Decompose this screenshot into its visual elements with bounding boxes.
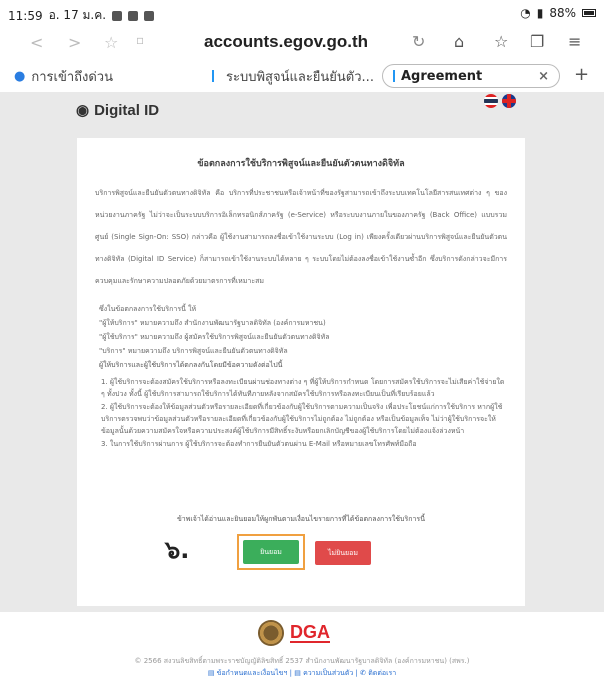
definition-line: "ผู้ให้บริการ" หมายความถึง สำนักงานพัฒนา… xyxy=(99,319,326,327)
definition-line: ซึ่งในข้อตกลงการใช้บริการนี้ ให้ xyxy=(99,305,197,313)
tab-label: การเข้าถึงด่วน xyxy=(31,69,113,85)
favorites-icon[interactable]: ☆ xyxy=(494,32,508,51)
agree-button[interactable]: ยินยอม xyxy=(243,540,299,564)
dga-logo: DGA xyxy=(290,622,330,643)
menu-icon[interactable]: ≡ xyxy=(568,32,581,51)
reload-icon[interactable]: ↻ xyxy=(412,32,425,51)
signal-icon: ▮ xyxy=(536,6,544,20)
tab-quick-access[interactable]: ● การเข้าถึงด่วน xyxy=(14,64,113,88)
contact-link[interactable]: ติดต่อเรา xyxy=(368,669,396,677)
logo-text: Digital ID xyxy=(94,101,160,119)
wifi-icon: ◔ xyxy=(520,6,531,20)
battery-icon xyxy=(582,9,596,17)
page-content: ◉ Digital ID ข้อตกลงการใช้บริการพิสูจน์แ… xyxy=(0,92,604,684)
facebook-icon xyxy=(144,10,155,21)
tab-label: ระบบพิสูจน์และยืนยันตัว... xyxy=(226,69,374,85)
agreement-intro: บริการพิสูจน์และยืนยันตัวตนทางดิจิทัล คื… xyxy=(95,189,507,285)
list-item: 3. ในการใช้บริการผ่านการ ผู้ใช้บริการจะต… xyxy=(101,440,417,448)
url-text[interactable]: accounts.egov.go.th xyxy=(204,32,368,52)
home-icon[interactable]: ⌂ xyxy=(454,32,464,51)
back-icon[interactable]: < xyxy=(30,33,43,52)
terms-link[interactable]: ข้อกำหนดและเงื่อนไขฯ xyxy=(217,669,288,677)
bookmark-star-icon[interactable]: ☆ xyxy=(104,33,118,52)
document-icon: ▤ xyxy=(294,669,301,677)
step-marker: ๖. xyxy=(165,536,190,564)
tab-verification-system[interactable]: ระบบพิสูจน์และยืนยันตัว... xyxy=(226,64,374,88)
phone-icon: ✆ xyxy=(360,669,367,677)
close-tab-icon[interactable]: × xyxy=(538,69,549,84)
address-bar: < > ☆ ▫ accounts.egov.go.th ↻ ⌂ ☆ ❐ ≡ xyxy=(0,28,604,60)
consent-statement: ข้าพเจ้าได้อ่านและยินยอมให้ผูกพันตามเงื่… xyxy=(177,515,425,523)
terms-list[interactable]: 1. ผู้ใช้บริการจะต้องสมัครใช้บริการหรือล… xyxy=(101,376,509,466)
document-icon: ▤ xyxy=(207,669,215,677)
footer-links: ▤ ข้อกำหนดและเงื่อนไขฯ | ▤ ความเป็นส่วนต… xyxy=(0,668,604,679)
agreement-title: ข้อตกลงการใช้บริการพิสูจน์และยืนยันตัวตน… xyxy=(197,159,405,169)
tab-label: Agreement xyxy=(401,68,483,84)
list-item: 1. ผู้ใช้บริการจะต้องสมัครใช้บริการหรือล… xyxy=(101,378,505,398)
definition-line: "บริการ" หมายความถึง บริการพิสูจน์และยืน… xyxy=(99,347,288,355)
status-date: อ. 17 ม.ค. xyxy=(48,8,107,22)
fingerprint-icon: ◉ xyxy=(76,102,90,119)
forward-icon[interactable]: > xyxy=(68,33,81,52)
definition-line: "ผู้ใช้บริการ" หมายความถึง ผู้สมัครใช้บร… xyxy=(99,333,330,341)
digital-id-logo[interactable]: ◉ Digital ID xyxy=(76,101,160,120)
new-tab-button[interactable]: + xyxy=(574,64,589,85)
status-time: 11:59 xyxy=(8,8,43,23)
notification-icon xyxy=(112,10,123,21)
copyright-text: © 2566 สงวนลิขสิทธิ์ตามพระราชบัญญัติลิขส… xyxy=(134,657,470,665)
tab-agreement[interactable]: Agreement × xyxy=(382,64,560,88)
tabs-icon[interactable]: ❐ xyxy=(530,32,544,51)
status-bar: 11:59 อ. 17 ม.ค. ◔ ▮ 88% xyxy=(0,0,604,28)
language-switcher xyxy=(484,94,516,108)
uk-flag-icon[interactable] xyxy=(502,94,516,108)
decline-button[interactable]: ไม่ยินยอม xyxy=(315,541,371,565)
notification-icon xyxy=(128,10,139,21)
definition-line: ผู้ให้บริการและผู้ใช้บริการได้ตกลงกันโดย… xyxy=(99,361,283,369)
government-seal-icon xyxy=(258,620,284,646)
agreement-card: ข้อตกลงการใช้บริการพิสูจน์และยืนยันตัวตน… xyxy=(77,138,525,606)
footer: DGA © 2566 สงวนลิขสิทธิ์ตามพระราชบัญญัติ… xyxy=(0,612,604,684)
list-item: 2. ผู้ใช้บริการจะต้องให้ข้อมูลส่วนตัวหรื… xyxy=(101,403,503,435)
site-info-icon[interactable]: ▫ xyxy=(136,33,144,47)
definitions: ซึ่งในข้อตกลงการใช้บริการนี้ ให้ "ผู้ให้… xyxy=(99,302,509,372)
thai-flag-icon[interactable] xyxy=(484,94,498,108)
highlight-box: ยินยอม xyxy=(237,534,305,570)
tab-bar: ● การเข้าถึงด่วน ระบบพิสูจน์และยืนยันตัว… xyxy=(0,62,604,92)
footer-logos: DGA xyxy=(258,620,330,646)
quick-access-icon: ● xyxy=(14,68,26,84)
privacy-link[interactable]: ความเป็นส่วนตัว xyxy=(303,669,353,677)
tab-indicator xyxy=(393,70,395,82)
battery-percent: 88% xyxy=(549,6,576,20)
tab-separator xyxy=(212,70,214,82)
